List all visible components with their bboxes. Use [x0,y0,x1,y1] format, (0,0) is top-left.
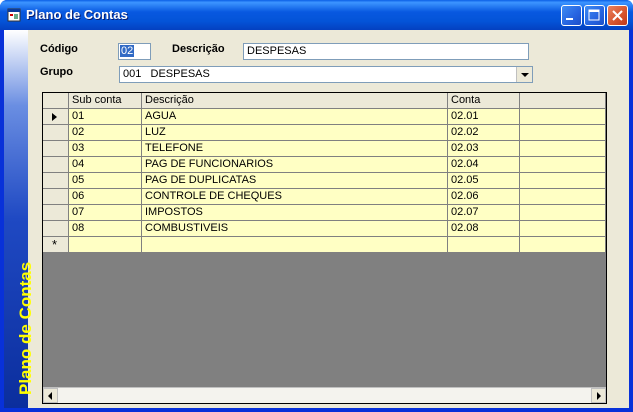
cell-descricao[interactable]: PAG DE FUNCIONARIOS [142,157,448,173]
cell-sub-conta[interactable]: 05 [69,173,142,189]
table-row[interactable]: 06 CONTROLE DE CHEQUES 02.06 [43,189,606,205]
row-selector[interactable] [43,205,69,221]
minimize-button[interactable] [561,5,582,26]
row-selector[interactable] [43,189,69,205]
cell-empty[interactable] [520,157,606,173]
table-row[interactable]: 01 AGUA 02.01 [43,109,606,125]
cell-empty[interactable] [520,221,606,237]
scroll-left-icon[interactable] [43,388,58,403]
row-selector[interactable] [43,125,69,141]
grupo-label: Grupo [40,66,73,78]
cell-descricao[interactable]: CONTROLE DE CHEQUES [142,189,448,205]
row-selector[interactable] [43,109,69,125]
codigo-field[interactable]: 02 [118,43,151,60]
maximize-button[interactable] [584,5,605,26]
cell-sub-conta[interactable] [69,237,142,253]
cell-conta[interactable]: 02.05 [448,173,520,189]
column-header-empty[interactable] [520,93,606,109]
app-window: Plano de Contas Plano de Contas Código 0… [0,0,633,412]
minimize-icon [566,18,573,20]
row-selector[interactable] [43,221,69,237]
descricao-label: Descrição [172,43,225,55]
new-record-row[interactable]: * [43,237,606,253]
grupo-combobox[interactable]: 001 DESPESAS [119,66,533,83]
cell-empty[interactable] [520,189,606,205]
table-row[interactable]: 02 LUZ 02.02 [43,125,606,141]
current-row-icon [52,113,57,121]
cell-descricao[interactable]: LUZ [142,125,448,141]
cell-descricao[interactable]: PAG DE DUPLICATAS [142,173,448,189]
cell-sub-conta[interactable]: 02 [69,125,142,141]
table-row[interactable]: 04 PAG DE FUNCIONARIOS 02.04 [43,157,606,173]
cell-sub-conta[interactable]: 08 [69,221,142,237]
cell-conta[interactable]: 02.03 [448,141,520,157]
row-selector-header [43,93,69,109]
column-header-conta[interactable]: Conta [448,93,520,109]
descricao-field[interactable]: DESPESAS [243,43,529,60]
cell-sub-conta[interactable]: 01 [69,109,142,125]
cell-sub-conta[interactable]: 04 [69,157,142,173]
cell-sub-conta[interactable]: 07 [69,205,142,221]
table-row[interactable]: 07 IMPOSTOS 02.07 [43,205,606,221]
subcontas-grid[interactable]: Sub conta Descrição Conta 01 AGUA 02.01 … [42,92,607,404]
cell-descricao[interactable]: TELEFONE [142,141,448,157]
cell-empty[interactable] [520,173,606,189]
title-bar[interactable]: Plano de Contas [0,0,633,30]
grid-header-row: Sub conta Descrição Conta [43,93,606,109]
cell-empty[interactable] [520,141,606,157]
cell-descricao[interactable]: IMPOSTOS [142,205,448,221]
window-title: Plano de Contas [26,7,128,22]
chevron-down-icon[interactable] [516,67,532,82]
grupo-value: 001 DESPESAS [123,68,210,80]
cell-empty[interactable] [520,109,606,125]
cell-empty[interactable] [520,205,606,221]
table-row[interactable]: 05 PAG DE DUPLICATAS 02.05 [43,173,606,189]
sidebar-caption: Plano de Contas [16,261,35,395]
cell-conta[interactable]: 02.07 [448,205,520,221]
sidebar-banner: Plano de Contas [4,30,35,408]
cell-conta[interactable]: 02.01 [448,109,520,125]
app-icon [7,8,21,22]
cell-sub-conta[interactable]: 06 [69,189,142,205]
row-selector[interactable]: * [43,237,69,253]
cell-sub-conta[interactable]: 03 [69,141,142,157]
close-button[interactable] [607,5,628,26]
row-selector[interactable] [43,141,69,157]
column-header-sub-conta[interactable]: Sub conta [69,93,142,109]
cell-conta[interactable]: 02.06 [448,189,520,205]
scroll-right-icon[interactable] [591,388,606,403]
row-selector[interactable] [43,157,69,173]
new-record-icon: * [52,237,58,252]
cell-conta[interactable]: 02.02 [448,125,520,141]
table-row[interactable]: 03 TELEFONE 02.03 [43,141,606,157]
column-header-descricao[interactable]: Descrição [142,93,448,109]
cell-descricao[interactable] [142,237,448,253]
cell-conta[interactable]: 02.08 [448,221,520,237]
cell-descricao[interactable]: COMBUSTIVEIS [142,221,448,237]
cell-conta[interactable]: 02.04 [448,157,520,173]
cell-descricao[interactable]: AGUA [142,109,448,125]
cell-empty[interactable] [520,125,606,141]
form-client-area: Plano de Contas Código 02 Descrição DESP… [4,30,629,408]
codigo-value: 02 [120,45,135,57]
close-icon [612,10,623,21]
horizontal-scrollbar[interactable] [43,387,606,403]
maximize-icon [588,9,600,21]
codigo-label: Código [40,43,78,55]
row-selector[interactable] [43,173,69,189]
cell-conta[interactable] [448,237,520,253]
cell-empty[interactable] [520,237,606,253]
table-row[interactable]: 08 COMBUSTIVEIS 02.08 [43,221,606,237]
